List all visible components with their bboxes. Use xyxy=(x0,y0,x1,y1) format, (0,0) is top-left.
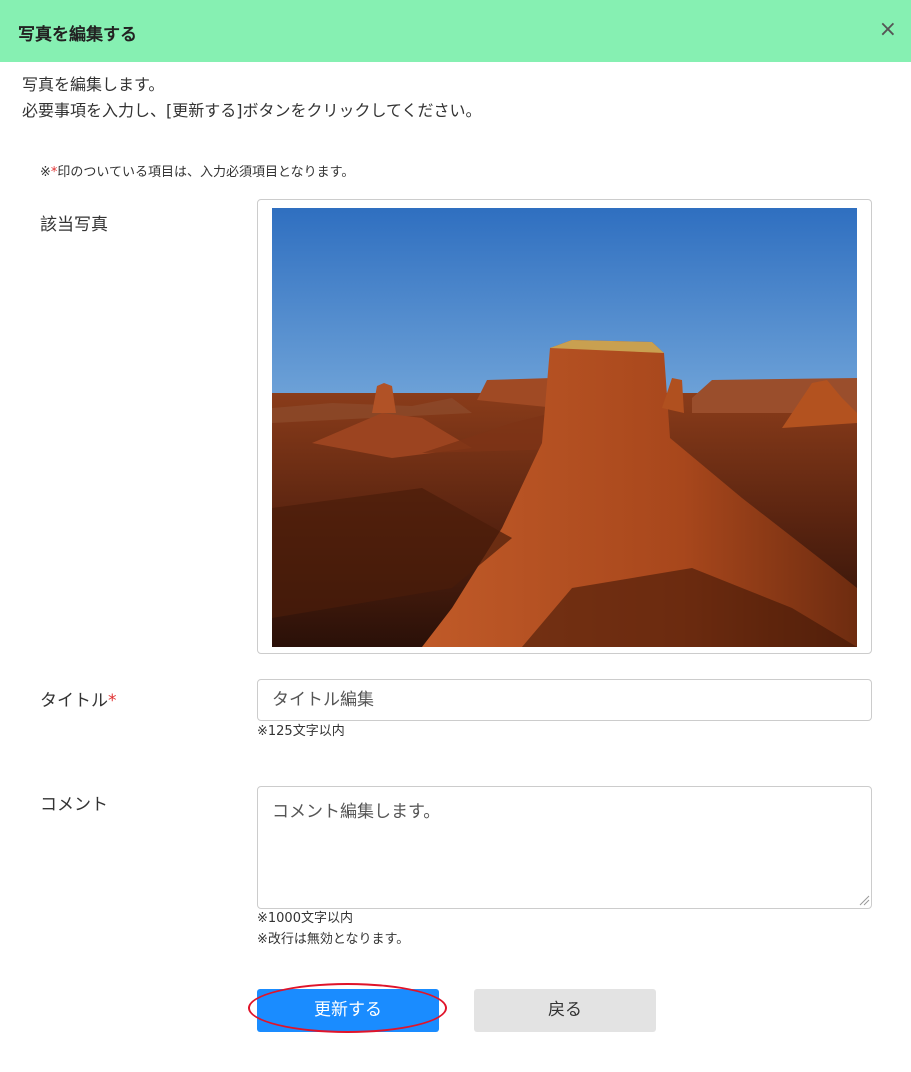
title-label: タイトル* xyxy=(40,686,117,711)
dialog-title: 写真を編集する xyxy=(18,25,137,45)
photo-frame xyxy=(257,199,872,654)
title-label-text: タイトル xyxy=(40,691,108,711)
photo-label: 該当写真 xyxy=(40,215,108,235)
required-note: ※*印のついている項目は、入力必須項目となります。 xyxy=(40,161,354,180)
title-input[interactable]: タイトル編集 xyxy=(257,679,872,721)
resize-handle-icon[interactable] xyxy=(858,894,870,906)
comment-help-2: ※改行は無効となります。 xyxy=(257,932,410,947)
comment-textarea[interactable]: コメント編集します。 xyxy=(257,786,872,909)
dialog-header: 写真を編集する × xyxy=(0,0,911,62)
intro-text: 写真を編集します。 必要事項を入力し、[更新する]ボタンをクリックしてください。 xyxy=(22,72,482,124)
title-required-mark: * xyxy=(108,691,117,711)
update-button[interactable]: 更新する xyxy=(257,989,439,1032)
back-button[interactable]: 戻る xyxy=(474,989,656,1032)
intro-line-1: 写真を編集します。 xyxy=(22,75,165,94)
note-text: 印のついている項目は、入力必須項目となります。 xyxy=(57,165,355,180)
close-icon[interactable]: × xyxy=(879,19,897,41)
comment-label: コメント xyxy=(40,795,108,815)
comment-help-1: ※1000文字以内 xyxy=(257,911,353,926)
title-help: ※125文字以内 xyxy=(257,724,345,739)
photo-image xyxy=(272,208,857,647)
intro-line-2: 必要事項を入力し、[更新する]ボタンをクリックしてください。 xyxy=(22,101,482,120)
note-prefix: ※ xyxy=(40,165,51,180)
